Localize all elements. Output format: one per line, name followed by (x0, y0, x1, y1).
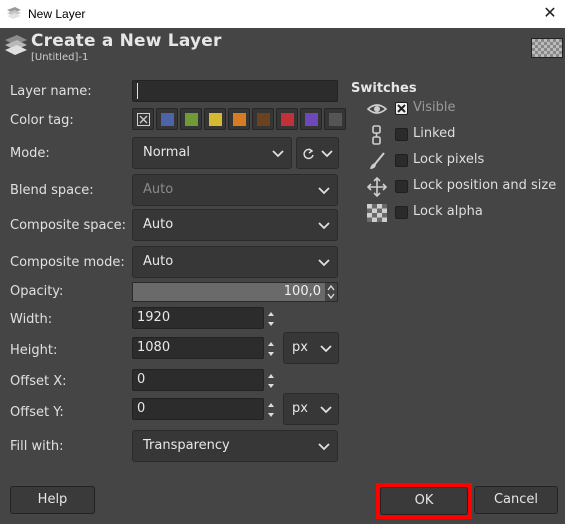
color-tag-yellow[interactable] (204, 108, 226, 130)
opacity-value: 100,0 (283, 284, 321, 299)
visible-label: Visible (413, 100, 456, 115)
layer-name-label: Layer name: (10, 84, 92, 99)
chevron-down-icon (321, 150, 333, 158)
chevron-down-icon (318, 259, 330, 267)
linked-checkbox[interactable] (395, 128, 408, 141)
mode-label: Mode: (10, 146, 50, 161)
chevron-down-icon (320, 406, 332, 414)
mode-value: Normal (143, 145, 191, 160)
switch-lock-alpha[interactable]: Lock alpha (366, 203, 556, 223)
height-label: Height: (10, 343, 58, 358)
offset-y-label: Offset Y: (10, 405, 64, 420)
help-button[interactable]: Help (10, 486, 95, 514)
color-tag-red[interactable] (276, 108, 298, 130)
blend-space-label: Blend space: (10, 183, 94, 198)
size-unit-dropdown[interactable]: px (283, 332, 339, 364)
fill-with-dropdown[interactable]: Transparency (132, 430, 338, 462)
window-title: New Layer (28, 7, 86, 21)
opacity-label: Opacity: (10, 284, 64, 299)
switch-linked[interactable]: Linked (366, 125, 556, 145)
layers-icon (5, 35, 27, 55)
lock-position-label: Lock position and size (413, 178, 557, 193)
composite-mode-value: Auto (143, 254, 174, 269)
switch-visible[interactable]: Visible (366, 99, 556, 119)
close-icon[interactable]: ✕ (535, 0, 565, 28)
switch-lock-pixels[interactable]: Lock pixels (366, 151, 556, 171)
color-tag-orange[interactable] (228, 108, 250, 130)
switch-lock-position[interactable]: Lock position and size (366, 177, 561, 197)
color-tag-green[interactable] (180, 108, 202, 130)
height-value: 1080 (137, 340, 171, 355)
color-tag-selector (132, 108, 346, 132)
switches-heading: Switches (351, 81, 417, 96)
offset-y-spin-arrows[interactable] (265, 399, 277, 421)
layer-preview-thumbnail (531, 38, 563, 58)
offset-y-input[interactable]: 0 (132, 398, 274, 420)
lock-alpha-label: Lock alpha (413, 204, 483, 219)
chevron-down-icon (318, 443, 330, 451)
no-color-icon (137, 113, 150, 126)
fill-with-label: Fill with: (10, 439, 64, 454)
offset-x-input[interactable]: 0 (132, 369, 274, 391)
opacity-slider[interactable]: 100,0 (132, 282, 338, 302)
checkerboard-icon (367, 204, 387, 222)
chain-icon (372, 125, 381, 145)
lock-alpha-checkbox[interactable] (395, 206, 408, 219)
color-tag-label: Color tag: (10, 113, 74, 128)
gimp-app-icon (7, 7, 21, 19)
mode-group-dropdown[interactable] (296, 137, 339, 169)
fill-with-value: Transparency (143, 438, 230, 453)
width-label: Width: (10, 312, 53, 327)
chevron-down-icon (318, 222, 330, 230)
width-value: 1920 (137, 310, 171, 325)
width-spin-arrows[interactable] (265, 308, 277, 330)
image-name: [Untitled]-1 (31, 52, 89, 63)
opacity-spin-arrows[interactable] (325, 283, 337, 301)
color-tag-gray[interactable] (324, 108, 346, 130)
offset-x-spin-arrows[interactable] (265, 370, 277, 392)
ok-button-highlight (376, 483, 472, 519)
color-tag-none[interactable] (132, 108, 154, 130)
composite-space-value: Auto (143, 217, 174, 232)
cancel-button[interactable]: Cancel (474, 486, 558, 514)
offset-x-label: Offset X: (10, 374, 67, 389)
composite-space-dropdown[interactable]: Auto (132, 209, 338, 241)
offset-unit-dropdown[interactable]: px (283, 393, 339, 425)
offset-y-value: 0 (137, 401, 146, 416)
color-tag-violet[interactable] (300, 108, 322, 130)
lock-pixels-checkbox[interactable] (395, 154, 408, 167)
layer-name-input[interactable] (132, 80, 338, 102)
dialog-title: Create a New Layer (31, 31, 222, 51)
linked-label: Linked (413, 126, 456, 141)
composite-mode-label: Composite mode: (10, 255, 125, 270)
blend-space-dropdown[interactable]: Auto (132, 174, 338, 206)
offset-unit-value: px (292, 401, 308, 416)
brush-icon (370, 152, 385, 169)
window-titlebar: New Layer ✕ (0, 0, 565, 28)
reset-icon (303, 148, 314, 160)
chevron-down-icon (320, 345, 332, 353)
visible-checkbox[interactable] (395, 102, 408, 115)
size-unit-value: px (292, 340, 308, 355)
chevron-down-icon (318, 187, 330, 195)
chevron-down-icon (272, 150, 284, 158)
color-tag-brown[interactable] (252, 108, 274, 130)
eye-icon (366, 104, 388, 114)
checkmark-icon (397, 104, 406, 113)
composite-mode-dropdown[interactable]: Auto (132, 246, 338, 278)
width-input[interactable]: 1920 (132, 307, 274, 329)
height-spin-arrows[interactable] (265, 338, 277, 360)
mode-dropdown[interactable]: Normal (132, 137, 292, 169)
lock-pixels-label: Lock pixels (413, 152, 485, 167)
text-cursor (137, 83, 138, 99)
height-input[interactable]: 1080 (132, 337, 274, 359)
color-tag-blue[interactable] (156, 108, 178, 130)
composite-space-label: Composite space: (10, 218, 127, 233)
offset-x-value: 0 (137, 372, 146, 387)
dialog-header: Create a New Layer [Untitled]-1 (0, 28, 565, 68)
lock-position-checkbox[interactable] (395, 180, 408, 193)
move-icon (366, 177, 388, 197)
blend-space-value: Auto (143, 182, 174, 197)
